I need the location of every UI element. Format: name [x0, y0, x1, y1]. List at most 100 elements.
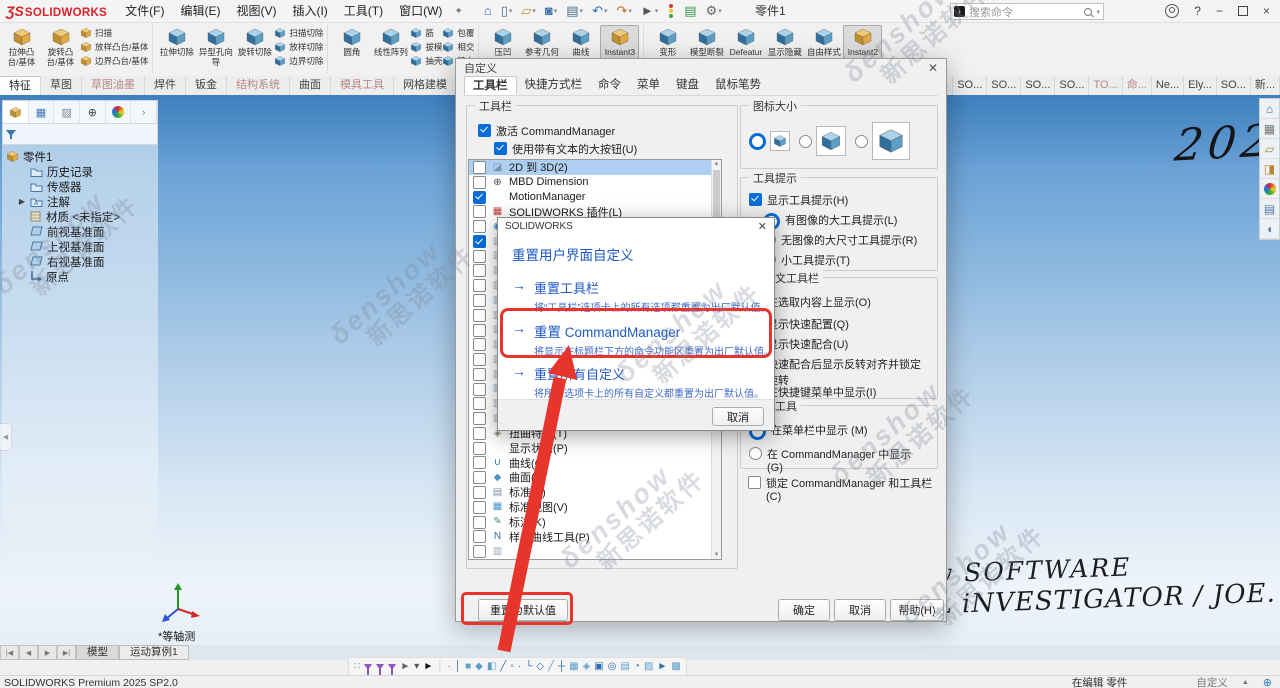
- feature-manager-tab-part[interactable]: [3, 101, 29, 123]
- checkbox-icon[interactable]: [473, 516, 486, 529]
- tree-item-右视基准面[interactable]: 右视基准面: [2, 254, 158, 269]
- filter-funnel-icon[interactable]: [388, 664, 396, 670]
- radio-icon[interactable]: [749, 447, 762, 460]
- checkbox-icon[interactable]: [473, 205, 486, 218]
- mini-tool-icon-11[interactable]: ◆: [475, 662, 483, 672]
- tab-TO...[interactable]: TO...: [1089, 76, 1122, 95]
- tree-item-材质 <未指定>[interactable]: 材质 <未指定>: [2, 209, 158, 224]
- tooltip-option-0[interactable]: 有图像的大工具提示(L): [763, 212, 928, 230]
- toolbar-list-item-MotionManager[interactable]: MotionManager: [469, 190, 721, 205]
- lock-commandmanager-checkbox[interactable]: 锁定 CommandManager 和工具栏(C): [748, 475, 946, 503]
- checkbox-icon[interactable]: [473, 427, 486, 440]
- resize-grip[interactable]: [934, 609, 944, 619]
- checkbox-icon[interactable]: [473, 501, 486, 514]
- scroll-up-icon[interactable]: ▲: [712, 161, 721, 167]
- appearances-icon[interactable]: [1260, 179, 1279, 199]
- dropdown-caret-icon[interactable]: ▾: [532, 7, 536, 15]
- folder-icon[interactable]: ▱: [1260, 139, 1279, 159]
- tab-SO...[interactable]: SO...: [1055, 76, 1089, 95]
- model-tab-运动算例1[interactable]: 运动算例1: [119, 645, 189, 660]
- feature-manager-tab-next[interactable]: ›: [131, 101, 157, 123]
- ribbon-button-旋转切除[interactable]: 旋转切除: [235, 25, 274, 60]
- redo-icon[interactable]: ↷▾: [613, 3, 634, 19]
- dropdown-caret-icon[interactable]: ▾: [580, 7, 584, 15]
- checkbox-icon[interactable]: [473, 486, 486, 499]
- tab-特征[interactable]: 特征: [0, 76, 41, 95]
- tree-item-上视基准面[interactable]: 上视基准面: [2, 239, 158, 254]
- filter-funnel-icon[interactable]: [376, 664, 384, 670]
- ribbon-button-旋转凸台/基体[interactable]: 旋转凸台/基体: [41, 25, 80, 69]
- tab-新...[interactable]: 新...: [1251, 76, 1280, 95]
- checkbox-icon[interactable]: [473, 176, 486, 189]
- toolbar-list-item-标准(S)[interactable]: ▤标准(S): [469, 485, 721, 500]
- tab-钣金[interactable]: 钣金: [186, 76, 227, 95]
- dialog-tab-命令[interactable]: 命令: [590, 76, 629, 95]
- reset-option-重置 CommandManager[interactable]: →重置 CommandManager将显示在标题栏下方的命令功能区重置为出厂默认…: [512, 321, 774, 358]
- ribbon-button-相交[interactable]: 相交: [442, 41, 474, 53]
- mini-tool-icon-28[interactable]: ▩: [671, 662, 680, 672]
- large-buttons-checkbox[interactable]: 使用带有文本的大按钮(U): [494, 141, 637, 157]
- new-doc-icon[interactable]: ▯▾: [498, 3, 516, 19]
- mini-tool-icon-12[interactable]: ◧: [487, 662, 496, 672]
- dropdown-caret-icon[interactable]: ▾: [554, 7, 558, 15]
- tab-SO...[interactable]: SO...: [1217, 76, 1251, 95]
- search-context-icon[interactable]: ›: [954, 6, 965, 17]
- context-option-2[interactable]: 显示快速配合(U): [749, 336, 927, 352]
- printer-icon[interactable]: ▦: [1260, 119, 1279, 139]
- maximize-button[interactable]: [1238, 6, 1248, 16]
- model-nav-|◀[interactable]: |◀: [0, 645, 19, 660]
- mini-tool-icon-18[interactable]: ╱: [548, 662, 554, 672]
- checkbox-icon[interactable]: [494, 142, 507, 155]
- dialog-title-bar[interactable]: 自定义 ✕: [456, 59, 946, 76]
- home-icon[interactable]: ⌂: [481, 3, 495, 19]
- menu-窗口[interactable]: 窗口(W): [391, 0, 450, 22]
- ribbon-button-曲线[interactable]: 曲线: [561, 25, 600, 60]
- tooltip-option-1[interactable]: 无图像的大尺寸工具提示(R): [763, 232, 928, 248]
- appearance-icon[interactable]: ▤: [681, 3, 699, 19]
- mini-tool-icon-7[interactable]: │: [437, 662, 443, 672]
- account-icon[interactable]: [1165, 4, 1179, 18]
- tab-焊件[interactable]: 焊件: [145, 76, 186, 95]
- design-library-icon[interactable]: ◨: [1260, 159, 1279, 179]
- feature-manager-tab-grid[interactable]: ▦: [29, 101, 55, 123]
- mini-tool-icon-0[interactable]: ∷: [354, 662, 360, 672]
- mini-tool-icon-17[interactable]: ◇: [536, 662, 544, 672]
- tree-item-传感器[interactable]: 传感器: [2, 179, 158, 194]
- dropdown-caret-icon[interactable]: ▾: [604, 7, 608, 15]
- checkbox-icon[interactable]: [478, 124, 491, 137]
- rebuild-icon[interactable]: [664, 3, 678, 19]
- pin-icon[interactable]: ✦: [454, 6, 462, 17]
- tree-item-注解[interactable]: ▶A注解: [2, 194, 158, 209]
- tree-item-历史记录[interactable]: 历史记录: [2, 164, 158, 179]
- ribbon-button-拉伸切除[interactable]: 拉伸切除: [157, 25, 196, 60]
- checkbox-icon[interactable]: [473, 545, 486, 558]
- scroll-down-icon[interactable]: ▼: [712, 552, 721, 558]
- mini-tool-icon-6[interactable]: ►: [423, 662, 433, 672]
- open-icon[interactable]: ▱▾: [518, 3, 539, 19]
- toolbar-list-item-样条曲线工具(P)[interactable]: N样条曲线工具(P): [469, 529, 721, 544]
- checkbox-icon[interactable]: [473, 412, 486, 425]
- tree-filter[interactable]: [2, 124, 158, 145]
- subdialog-cancel-button[interactable]: 取消: [712, 407, 764, 426]
- cancel-button[interactable]: 取消: [834, 599, 886, 621]
- icon-size-option-0[interactable]: [749, 131, 790, 151]
- ribbon-button-拔模[interactable]: 拔模: [410, 41, 442, 53]
- ribbon-button-边界切除[interactable]: 边界切除: [274, 55, 323, 67]
- tab-命...[interactable]: 命...: [1123, 76, 1152, 95]
- ribbon-button-包覆[interactable]: 包覆: [442, 27, 474, 39]
- mini-tool-icon-26[interactable]: ▨: [644, 662, 653, 672]
- tab-草图油墨[interactable]: 草图油墨: [82, 76, 145, 95]
- dialog-tab-菜单[interactable]: 菜单: [629, 76, 668, 95]
- mini-tool-icon-16[interactable]: └: [525, 662, 532, 672]
- checkbox-icon[interactable]: [473, 397, 486, 410]
- toolbar-list-item-MBD Dimension[interactable]: ⊕MBD Dimension: [469, 175, 721, 190]
- mini-tool-icon-14[interactable]: ▫: [510, 662, 514, 672]
- checkbox-icon[interactable]: [473, 191, 486, 204]
- tree-item-前视基准面[interactable]: 前视基准面: [2, 224, 158, 239]
- ribbon-button-扫描切除[interactable]: 扫描切除: [274, 27, 323, 39]
- checkbox-icon[interactable]: [473, 220, 486, 233]
- expander-icon[interactable]: ▶: [18, 197, 26, 206]
- context-option-1[interactable]: 显示快速配置(Q): [749, 316, 927, 332]
- checkbox-icon[interactable]: [473, 235, 486, 248]
- mini-tool-icon-5[interactable]: ▾: [414, 662, 419, 672]
